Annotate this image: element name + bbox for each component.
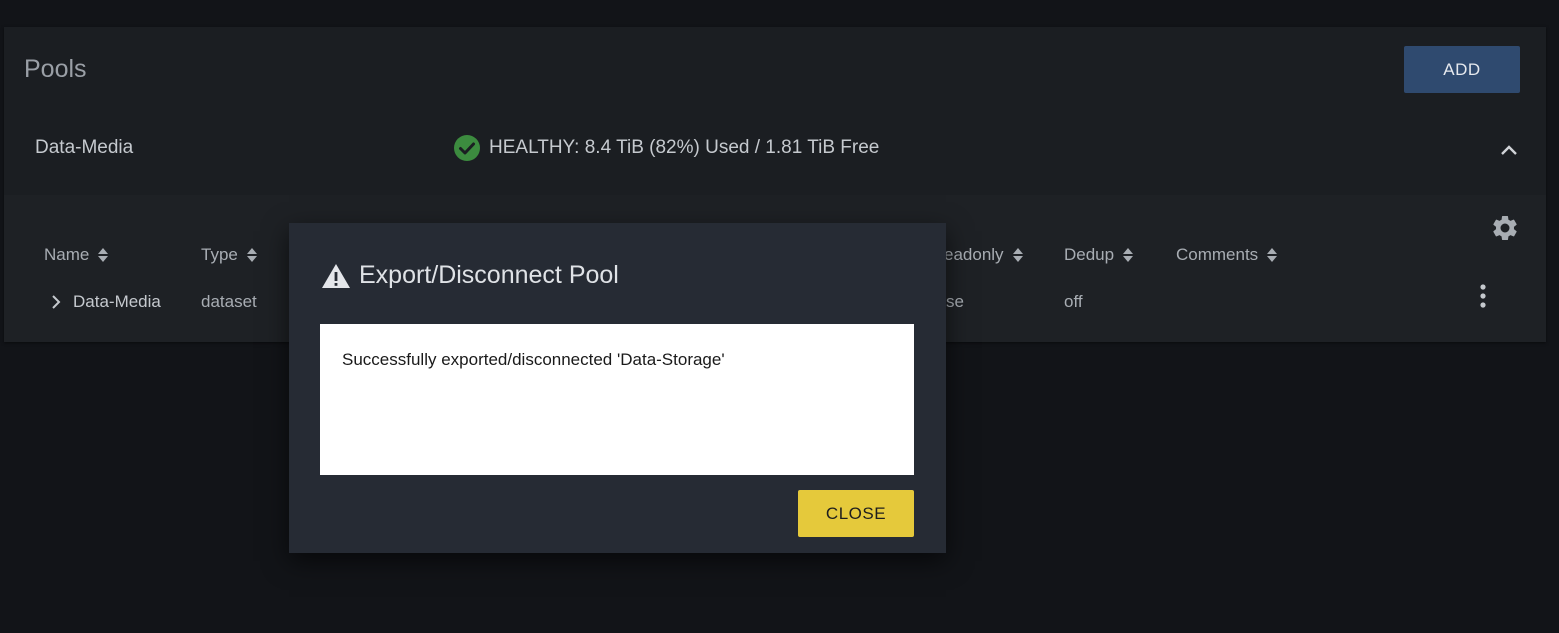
warning-icon [322,263,350,288]
column-header-comments[interactable]: Comments [1176,245,1278,265]
sort-icon [1012,248,1023,262]
column-header-readonly[interactable]: eadonly [944,245,1024,265]
row-dedup-cell: off [1064,292,1083,311]
check-circle-icon [454,135,480,161]
pool-status: HEALTHY: 8.4 TiB (82%) Used / 1.81 TiB F… [453,134,879,162]
row-readonly-cell: se [946,292,964,311]
column-header-type[interactable]: Type [201,245,258,265]
pool-name: Data-Media [35,137,134,158]
more-vert-icon[interactable] [1478,282,1488,310]
close-button[interactable]: CLOSE [798,490,914,537]
row-type-cell: dataset [201,292,257,311]
sort-icon [1267,248,1278,262]
column-header-dedup[interactable]: Dedup [1064,245,1134,265]
chevron-right-icon[interactable] [50,294,62,310]
export-dialog: Export/Disconnect Pool Successfully expo… [289,223,946,553]
chevron-up-icon[interactable] [1497,139,1521,163]
page-title: Pools [24,55,87,83]
row-name-cell: Data-Media [73,292,161,311]
gear-icon[interactable] [1490,213,1520,243]
add-button[interactable]: ADD [1404,46,1520,93]
pool-status-text: HEALTHY: 8.4 TiB (82%) Used / 1.81 TiB F… [489,137,880,158]
dialog-title: Export/Disconnect Pool [321,261,619,290]
dialog-message-box: Successfully exported/disconnected 'Data… [320,324,914,475]
column-header-name[interactable]: Name [44,245,109,265]
dialog-message: Successfully exported/disconnected 'Data… [342,350,725,369]
sort-icon [246,248,257,262]
sort-icon [98,248,109,262]
sort-icon [1123,248,1134,262]
pool-header-row[interactable]: Data-Media HEALTHY: 8.4 TiB (82%) Used /… [4,117,1546,197]
